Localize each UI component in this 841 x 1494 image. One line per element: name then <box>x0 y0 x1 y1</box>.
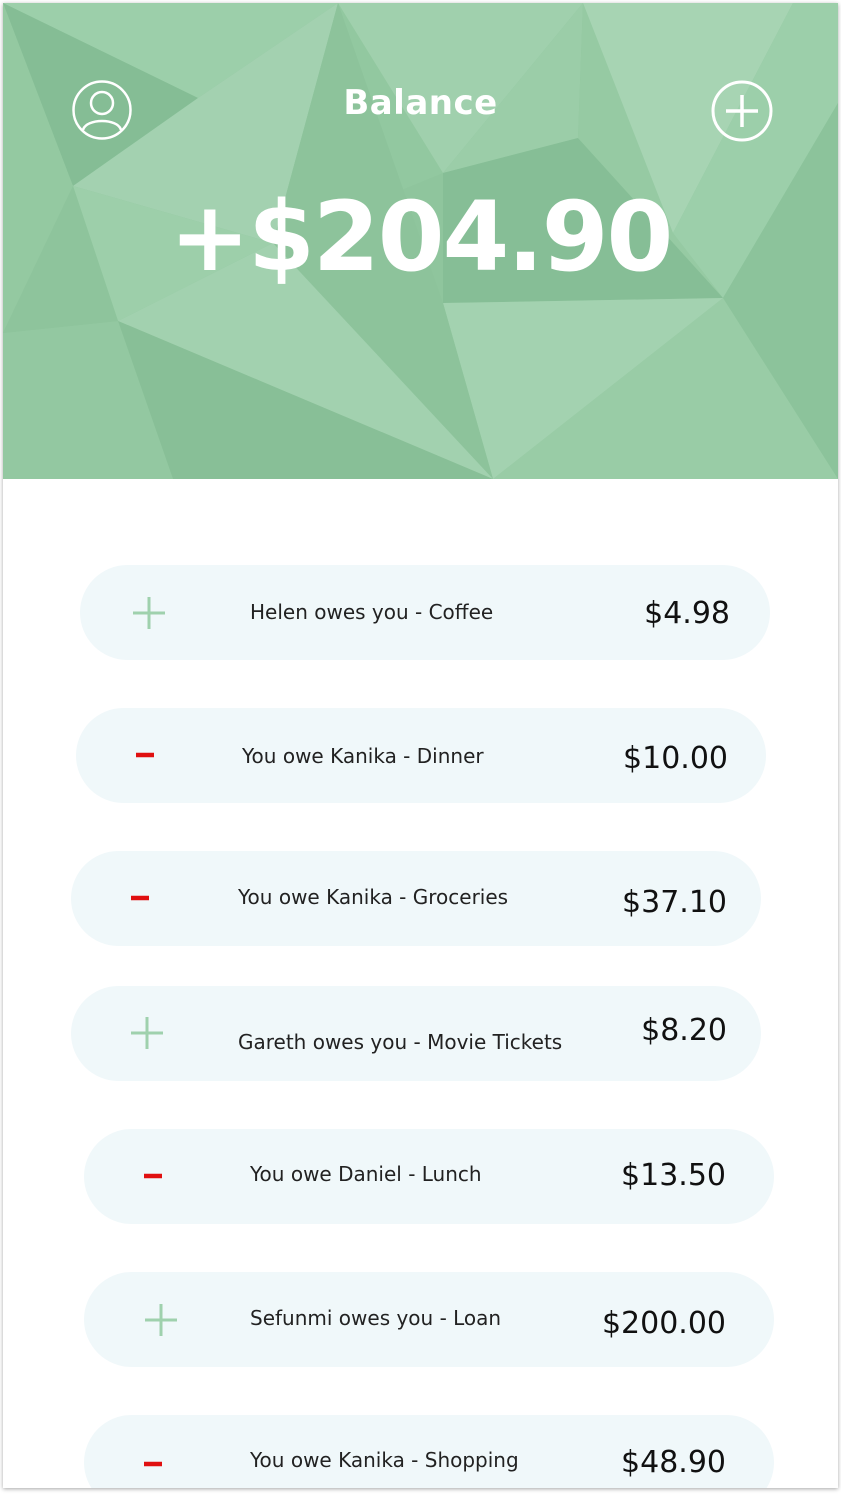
transaction-amount: $8.20 <box>641 1013 727 1048</box>
transaction-row[interactable]: Helen owes you - Coffee $4.98 <box>80 565 770 660</box>
minus-icon <box>131 895 149 901</box>
plus-icon <box>133 597 165 629</box>
plus-icon <box>131 1017 163 1049</box>
plus-icon <box>145 1304 177 1336</box>
transaction-amount: $48.90 <box>621 1445 726 1480</box>
minus-icon <box>136 752 154 758</box>
transaction-amount: $37.10 <box>622 885 727 920</box>
transaction-row[interactable]: Gareth owes you - Movie Tickets $8.20 <box>71 986 761 1081</box>
app-screen: Balance +$204.90 Helen owes you - Coffee… <box>3 3 838 1488</box>
transaction-row[interactable]: You owe Kanika - Shopping $48.90 <box>84 1415 774 1488</box>
transaction-row[interactable]: You owe Kanika - Dinner $10.00 <box>76 708 766 803</box>
transaction-description: You owe Kanika - Groceries <box>238 885 509 909</box>
transaction-list: Helen owes you - Coffee $4.98 You owe Ka… <box>3 3 838 1488</box>
transaction-description: You owe Kanika - Shopping <box>250 1448 519 1472</box>
transaction-description: Sefunmi owes you - Loan <box>250 1306 502 1330</box>
transaction-amount: $4.98 <box>644 596 730 631</box>
transaction-description: You owe Kanika - Dinner <box>242 744 484 768</box>
transaction-description: Gareth owes you - Movie Tickets <box>238 1030 563 1054</box>
transaction-row[interactable]: Sefunmi owes you - Loan $200.00 <box>84 1272 774 1367</box>
transaction-row[interactable]: You owe Daniel - Lunch $13.50 <box>84 1129 774 1224</box>
minus-icon <box>144 1461 162 1467</box>
transaction-amount: $10.00 <box>623 741 728 776</box>
transaction-amount: $13.50 <box>621 1158 726 1193</box>
transaction-description: Helen owes you - Coffee <box>250 600 494 624</box>
transaction-row[interactable]: You owe Kanika - Groceries $37.10 <box>71 851 761 946</box>
transaction-amount: $200.00 <box>601 1306 726 1341</box>
transaction-description: You owe Daniel - Lunch <box>250 1162 482 1186</box>
minus-icon <box>144 1173 162 1179</box>
